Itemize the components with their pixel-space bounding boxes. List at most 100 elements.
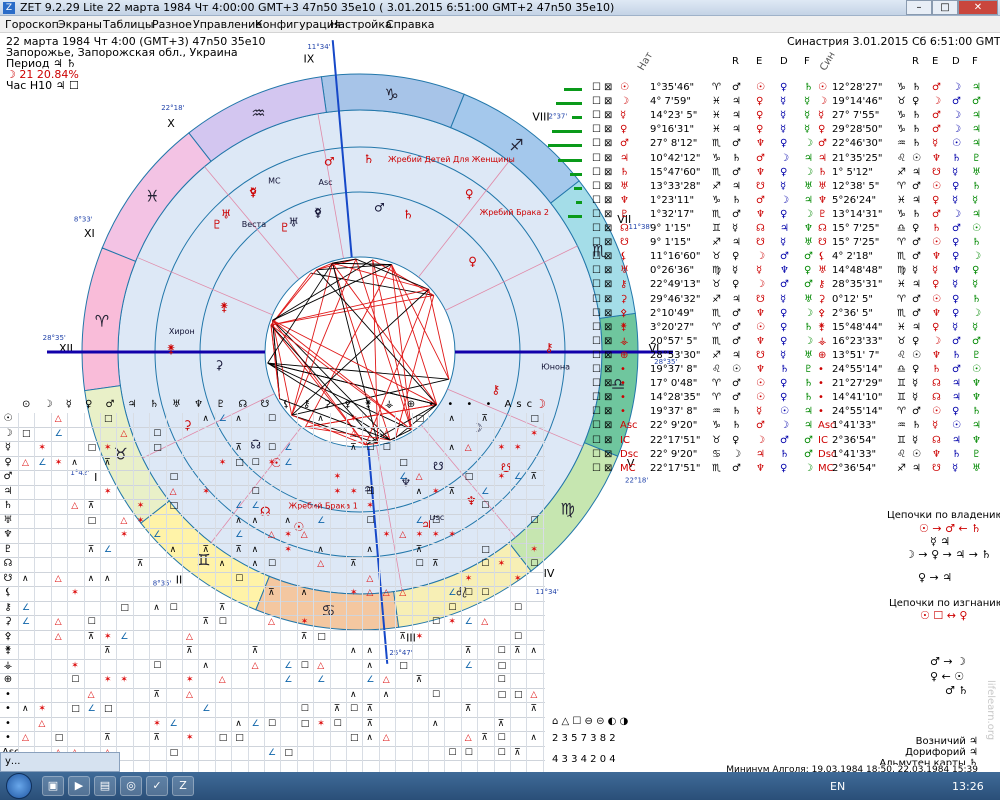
aspect-mark[interactable]: ⊼ [448, 487, 455, 497]
aspect-mark[interactable]: △ [120, 516, 127, 526]
aspect-mark[interactable]: □ [22, 429, 31, 439]
aspect-mark[interactable]: ⊼ [202, 545, 209, 555]
aspect-mark[interactable]: ⊼ [104, 733, 111, 743]
aspect-mark[interactable]: ✶ [350, 414, 358, 424]
aspect-mark[interactable]: ⊼ [481, 733, 488, 743]
aspect-mark[interactable]: ∠ [465, 661, 473, 671]
aspect-mark[interactable]: ∧ [350, 690, 357, 700]
aspect-mark[interactable]: ☐ [465, 588, 473, 598]
aspect-mark[interactable]: △ [186, 690, 193, 700]
aspect-mark[interactable]: ∠ [465, 617, 473, 627]
aspect-mark[interactable]: ☐ [448, 748, 456, 758]
aspect-mark[interactable]: □ [301, 719, 310, 729]
aspect-mark[interactable]: △ [55, 617, 62, 627]
aspect-mark[interactable]: ∧ [22, 574, 29, 584]
aspect-mark[interactable]: ✶ [268, 458, 276, 468]
aspect-mark[interactable]: □ [104, 414, 113, 424]
clock[interactable]: 13:26 [952, 780, 984, 793]
aspect-mark[interactable]: ∧ [416, 487, 423, 497]
aspect-mark[interactable]: ✶ [498, 472, 506, 482]
aspect-mark[interactable]: □ [399, 458, 408, 468]
aspect-mark[interactable]: ✶ [350, 487, 358, 497]
browser-icon[interactable]: ◎ [120, 776, 142, 796]
aspect-mark[interactable]: ☐ [432, 516, 440, 526]
start-button[interactable] [6, 773, 32, 799]
aspect-mark[interactable]: ⊼ [301, 632, 308, 642]
aspect-mark[interactable]: ∧ [235, 414, 242, 424]
aspect-mark[interactable]: △ [120, 429, 127, 439]
aspect-mark[interactable]: △ [383, 675, 390, 685]
aspect-mark[interactable]: ☐ [448, 603, 456, 613]
planet-row[interactable]: ☐ ⊠ ☿ 14°23' 5" ♓ ♃ ♀ ☿ ☿ ☿ 27° 7'55" ♑ ♄ ♂ ☽ ♃ [552, 110, 1000, 124]
aspect-mark[interactable]: ⊼ [235, 443, 242, 453]
aspect-mark[interactable]: ☐ [432, 690, 440, 700]
aspect-mark[interactable]: ✶ [202, 487, 210, 497]
menu-tables[interactable]: Таблицы [103, 18, 154, 31]
aspect-mark[interactable]: △ [71, 501, 78, 511]
aspect-mark[interactable]: ⊼ [350, 559, 357, 569]
aspect-mark[interactable]: ∧ [252, 545, 259, 555]
aspect-mark[interactable]: ✶ [120, 530, 128, 540]
aspect-mark[interactable]: △ [399, 530, 406, 540]
aspect-mark[interactable]: ✶ [317, 719, 325, 729]
aspect-mark[interactable]: ☐ [219, 617, 227, 627]
aspect-mark[interactable]: ⊼ [416, 675, 423, 685]
aspect-mark[interactable]: ∧ [252, 559, 259, 569]
aspect-mark[interactable]: □ [170, 501, 179, 511]
aspect-mark[interactable]: ∧ [366, 646, 373, 656]
aspect-mark[interactable]: ⊼ [235, 545, 242, 555]
aspect-mark[interactable]: ⊼ [350, 443, 357, 453]
aspect-mark[interactable]: □ [55, 733, 64, 743]
aspect-mark[interactable]: ☐ [268, 414, 276, 424]
aspect-mark[interactable]: ✶ [432, 530, 440, 540]
aspect-mark[interactable]: □ [170, 472, 179, 482]
aspect-mark[interactable]: □ [465, 472, 474, 482]
aspect-mark[interactable]: ✶ [219, 458, 227, 468]
aspect-mark[interactable]: ✶ [38, 443, 46, 453]
aspect-mark[interactable]: ✶ [186, 675, 194, 685]
aspect-mark[interactable]: △ [366, 588, 373, 598]
aspect-mark[interactable]: △ [268, 617, 275, 627]
aspect-mark[interactable]: ∠ [268, 748, 276, 758]
planet-row[interactable]: ☐ ⊠ MC 22°17'51" ♏ ♂ ♆ ♀ ☽ MC 2°36'54" ♐ ♃ ☋ ☿ ♅ [552, 463, 1000, 477]
aspect-mark[interactable]: △ [252, 661, 259, 671]
menu-settings[interactable]: Настройка [330, 18, 392, 31]
planet-row[interactable]: ☐ ⊠ • 19°37' 8" ♒ ♄ ☿ ☉ ♃ • 24°55'14" ♈ ♂ ☉ ♀ ♄ [552, 406, 1000, 420]
aspect-mark[interactable]: ∠ [104, 545, 112, 555]
aspect-mark[interactable]: ∧ [366, 733, 373, 743]
aspect-mark[interactable]: ✶ [104, 443, 112, 453]
aspect-mark[interactable]: ✶ [350, 588, 358, 598]
menu-control[interactable]: Управление [193, 18, 262, 31]
aspect-mark[interactable]: ✶ [498, 443, 506, 453]
app-shortcut-icon[interactable]: ✓ [146, 776, 168, 796]
aspect-mark[interactable]: ∧ [448, 443, 455, 453]
aspect-mark[interactable]: ⊼ [366, 719, 373, 729]
aspect-mark[interactable]: △ [366, 574, 373, 584]
aspect-mark[interactable]: ☐ [432, 617, 440, 627]
minimized-window-button[interactable]: у... [0, 752, 120, 772]
aspect-mark[interactable]: ∧ [530, 733, 537, 743]
aspect-mark[interactable]: □ [153, 443, 162, 453]
aspect-mark[interactable]: □ [481, 545, 490, 555]
aspect-mark[interactable]: ⊼ [88, 501, 95, 511]
aspect-mark[interactable]: ☐ [153, 661, 161, 671]
aspect-mark[interactable]: ∠ [448, 588, 456, 598]
aspect-mark[interactable]: ∧ [22, 704, 29, 714]
aspect-mark[interactable]: △ [55, 632, 62, 642]
planet-row[interactable]: ☐ ⊠ ☉ 1°35'46" ♈ ♂ ☉ ♀ ♄ ☉ 12°28'27" ♑ ♄ ♂ ☽ ♃ [552, 82, 1000, 96]
aspect-mark[interactable]: ⊼ [366, 704, 373, 714]
aspect-mark[interactable]: ∠ [284, 443, 292, 453]
planet-row[interactable]: ☐ ⊠ ⚶ 20°57' 5" ♏ ♂ ♆ ♀ ☽ ⚶ 16°23'33" ♉ ♀ ☽ ♂ ♂ [552, 336, 1000, 350]
aspect-mark[interactable]: ☐ [88, 617, 96, 627]
aspect-mark[interactable]: ∧ [235, 516, 242, 526]
aspect-mark[interactable]: △ [530, 690, 537, 700]
aspect-mark[interactable]: △ [383, 733, 390, 743]
aspect-mark[interactable]: ☐ [481, 501, 489, 511]
aspect-mark[interactable]: ☐ [366, 516, 374, 526]
aspect-mark[interactable]: ∧ [202, 414, 209, 424]
aspect-mark[interactable]: ✶ [104, 675, 112, 685]
aspect-mark[interactable]: □ [219, 733, 228, 743]
aspect-mark[interactable]: □ [71, 704, 80, 714]
explorer-icon[interactable]: ▣ [42, 776, 64, 796]
aspect-mark[interactable]: ✶ [432, 487, 440, 497]
